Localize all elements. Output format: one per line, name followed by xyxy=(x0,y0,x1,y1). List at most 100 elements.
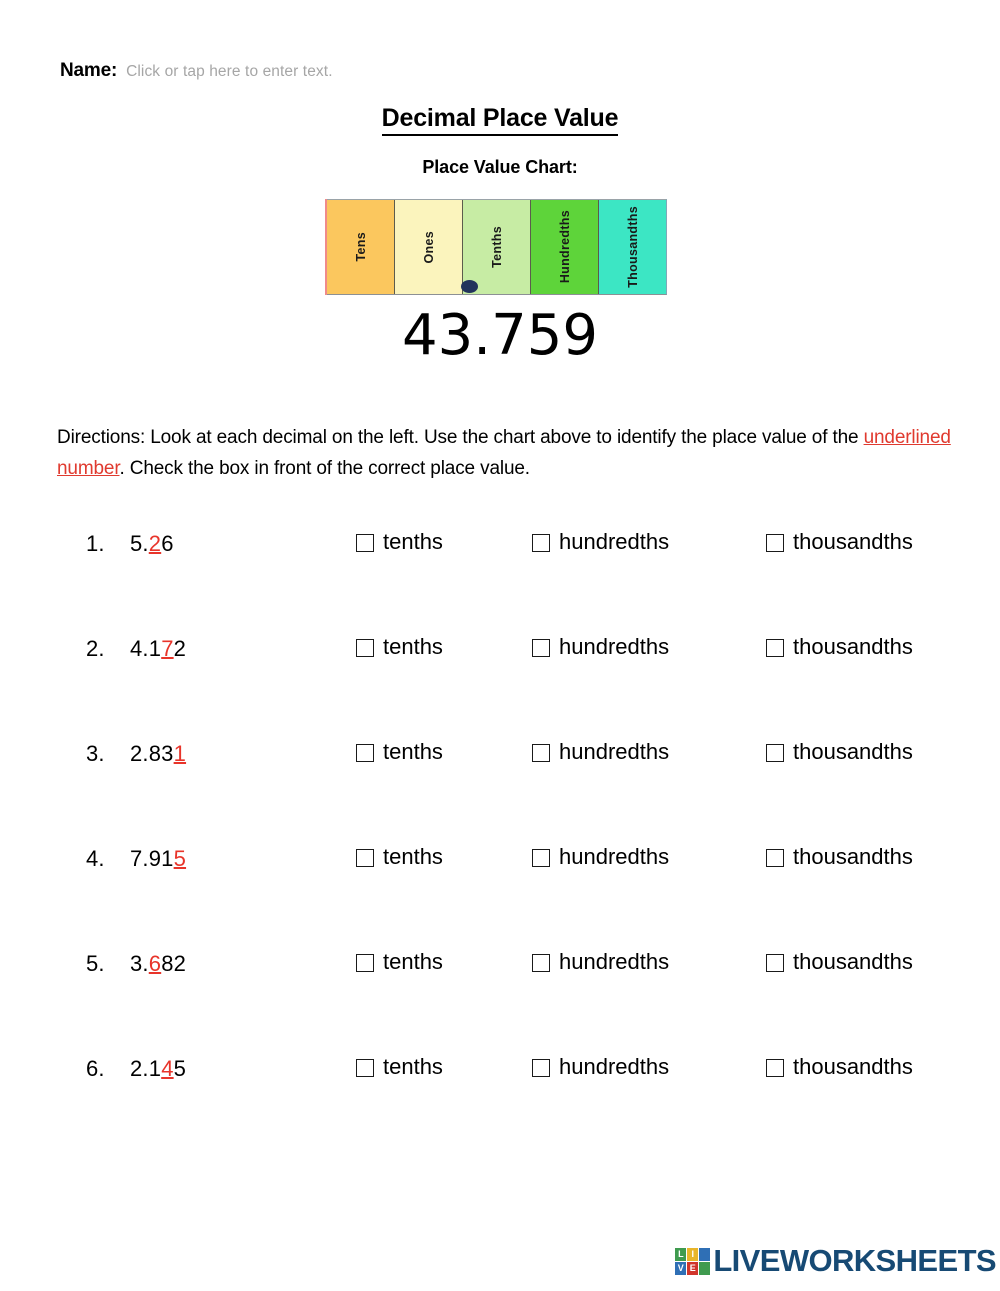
question-decimal: 1. 5.26 xyxy=(86,531,174,557)
checkbox-thousandths[interactable] xyxy=(766,639,784,657)
logo-tile: I xyxy=(687,1247,699,1261)
question-number: 3. xyxy=(86,741,118,766)
decimal-prefix: 3. xyxy=(130,951,149,976)
checkbox-hundredths[interactable] xyxy=(532,639,550,657)
checkbox-hundredths[interactable] xyxy=(532,534,550,552)
place-value-chart-heading: Place Value Chart: xyxy=(422,157,578,177)
logo-tile: L xyxy=(675,1247,687,1261)
liveworksheets-logo: LIVE LIVEWORKSHEETS xyxy=(675,1243,997,1279)
question-decimal: 5. 3.682 xyxy=(86,951,186,977)
name-label: Name: xyxy=(60,60,118,81)
logo-tile xyxy=(699,1261,711,1275)
checkbox-thousandths[interactable] xyxy=(766,954,784,972)
underlined-digit: 4 xyxy=(161,1056,174,1081)
question-row: 5. 3.682 tenths hundredths thousandths xyxy=(0,945,1000,1050)
checkbox-tenths[interactable] xyxy=(356,534,374,552)
question-number: 4. xyxy=(86,846,118,871)
question-row: 6. 2.145 tenths hundredths thousandths xyxy=(0,1050,1000,1155)
question-number: 6. xyxy=(86,1056,118,1081)
option-hundredths[interactable]: hundredths xyxy=(532,844,669,870)
option-tenths[interactable]: tenths xyxy=(356,844,443,870)
directions-part-1: Directions: Look at each decimal on the … xyxy=(57,427,864,448)
checkbox-thousandths[interactable] xyxy=(766,534,784,552)
option-tenths[interactable]: tenths xyxy=(356,739,443,765)
decimal-prefix: 5. xyxy=(130,531,149,556)
option-label: tenths xyxy=(383,844,443,869)
place-value-cell-ones: Ones xyxy=(395,200,463,294)
question-number: 2. xyxy=(86,636,118,661)
decimal-point-dot xyxy=(461,280,478,293)
option-thousandths[interactable]: thousandths xyxy=(766,634,913,660)
place-value-cell-tens: Tens xyxy=(327,200,395,294)
decimal-suffix: 5 xyxy=(173,1056,187,1081)
page-title-text: Decimal Place Value xyxy=(381,104,619,136)
option-thousandths[interactable]: thousandths xyxy=(766,844,913,870)
underlined-digit: 2 xyxy=(148,531,162,556)
place-value-cell-label: Ones xyxy=(421,230,436,264)
checkbox-hundredths[interactable] xyxy=(532,744,550,762)
page-title: Decimal Place Value xyxy=(0,104,1000,136)
option-thousandths[interactable]: thousandths xyxy=(766,949,913,975)
place-value-cell-label: Thousandths xyxy=(625,206,640,288)
option-hundredths[interactable]: hundredths xyxy=(532,1054,669,1080)
checkbox-thousandths[interactable] xyxy=(766,849,784,867)
checkbox-thousandths[interactable] xyxy=(766,744,784,762)
place-value-cell-thousandths: Thousandths xyxy=(599,200,666,294)
option-label: hundredths xyxy=(559,1054,670,1079)
decimal-prefix: 2.83 xyxy=(130,741,174,766)
question-decimal: 6. 2.145 xyxy=(86,1056,186,1082)
option-tenths[interactable]: tenths xyxy=(356,634,443,660)
checkbox-hundredths[interactable] xyxy=(532,954,550,972)
question-number: 5. xyxy=(86,951,118,976)
option-label: thousandths xyxy=(793,739,913,764)
decimal-suffix: 6 xyxy=(161,531,174,556)
option-label: thousandths xyxy=(793,529,913,554)
option-hundredths[interactable]: hundredths xyxy=(532,949,669,975)
question-row: 3. 2.831 tenths hundredths thousandths xyxy=(0,735,1000,840)
option-hundredths[interactable]: hundredths xyxy=(532,634,669,660)
directions-part-2: . Check the box in front of the correct … xyxy=(119,458,530,479)
place-value-chart-cells: Tens Ones Tenths Hundredths Thousandths xyxy=(327,199,667,295)
decimal-suffix: 82 xyxy=(161,951,187,976)
underlined-digit: 5 xyxy=(173,846,187,871)
checkbox-tenths[interactable] xyxy=(356,744,374,762)
option-thousandths[interactable]: thousandths xyxy=(766,739,913,765)
logo-tile: E xyxy=(687,1261,699,1275)
underlined-digit: 6 xyxy=(148,951,162,976)
checkbox-thousandths[interactable] xyxy=(766,1059,784,1077)
option-label: hundredths xyxy=(559,634,670,659)
option-hundredths[interactable]: hundredths xyxy=(532,739,669,765)
checkbox-hundredths[interactable] xyxy=(532,849,550,867)
option-tenths[interactable]: tenths xyxy=(356,949,443,975)
option-tenths[interactable]: tenths xyxy=(356,1054,443,1080)
checkbox-tenths[interactable] xyxy=(356,849,374,867)
checkbox-tenths[interactable] xyxy=(356,639,374,657)
decimal-prefix: 2.1 xyxy=(130,1056,162,1081)
option-tenths[interactable]: tenths xyxy=(356,529,443,555)
option-label: tenths xyxy=(383,529,443,554)
decimal-prefix: 7.91 xyxy=(130,846,174,871)
option-label: hundredths xyxy=(559,739,670,764)
question-decimal: 3. 2.831 xyxy=(86,741,186,767)
directions-text: Directions: Look at each decimal on the … xyxy=(57,422,952,484)
logo-tiles: LIVE xyxy=(675,1247,711,1275)
name-field-row: Name: Click or tap here to enter text. xyxy=(60,60,333,82)
place-value-cell-label: Tenths xyxy=(489,226,504,268)
option-label: thousandths xyxy=(793,1054,913,1079)
option-label: thousandths xyxy=(793,949,913,974)
checkbox-tenths[interactable] xyxy=(356,954,374,972)
question-decimal: 4. 7.915 xyxy=(86,846,186,872)
option-label: tenths xyxy=(383,1054,443,1079)
decimal-suffix: 2 xyxy=(173,636,187,661)
name-input-placeholder[interactable]: Click or tap here to enter text. xyxy=(126,63,333,81)
question-row: 1. 5.26 tenths hundredths thousandths xyxy=(0,525,1000,630)
option-label: hundredths xyxy=(559,844,670,869)
option-thousandths[interactable]: thousandths xyxy=(766,1054,913,1080)
place-value-cell-label: Tens xyxy=(353,232,368,262)
checkbox-hundredths[interactable] xyxy=(532,1059,550,1077)
place-value-chart: Tens Ones Tenths Hundredths Thousandths xyxy=(325,199,667,295)
option-hundredths[interactable]: hundredths xyxy=(532,529,669,555)
checkbox-tenths[interactable] xyxy=(356,1059,374,1077)
option-label: hundredths xyxy=(559,529,670,554)
option-thousandths[interactable]: thousandths xyxy=(766,529,913,555)
